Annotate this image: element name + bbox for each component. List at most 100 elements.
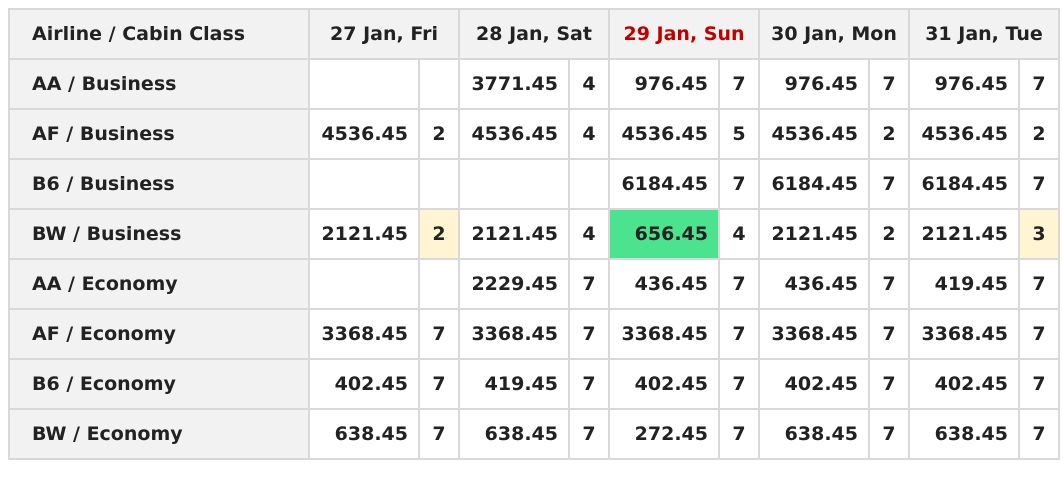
date-header[interactable]: 27 Jan, Fri [308,8,460,60]
price-cell[interactable]: 4536.45 [308,108,420,160]
seats-cell: 2 [868,208,910,260]
seats-cell: 7 [868,408,910,460]
seats-cell: 7 [868,158,910,210]
price-cell[interactable]: 402.45 [908,358,1020,410]
seats-cell: 7 [718,308,760,360]
price-cell-cheapest[interactable]: 656.45 [608,208,720,260]
seats-cell: 2 [1018,108,1060,160]
seats-cell: 7 [868,258,910,310]
price-cell [308,258,420,310]
price-cell[interactable]: 272.45 [608,408,720,460]
price-cell[interactable]: 436.45 [608,258,720,310]
seats-cell: 7 [718,58,760,110]
fare-matrix-container: Airline / Cabin Class 27 Jan, Fri 28 Jan,… [0,0,1063,460]
seats-cell-low: 3 [1018,208,1060,260]
price-cell[interactable]: 6184.45 [608,158,720,210]
seats-cell: 2 [418,108,460,160]
price-cell[interactable]: 436.45 [758,258,870,310]
seats-cell: 7 [418,308,460,360]
price-cell[interactable]: 2229.45 [458,258,570,310]
seats-cell: 7 [718,158,760,210]
table-row: B6 / Economy 402.45 7 419.45 7 402.45 7 402.45 7… [8,358,1060,410]
seats-cell [568,158,610,210]
price-cell[interactable]: 976.45 [908,58,1020,110]
seats-cell: 2 [868,108,910,160]
price-cell[interactable]: 6184.45 [758,158,870,210]
seats-cell: 7 [1018,308,1060,360]
row-label: AF / Business [8,108,310,160]
seats-cell: 7 [568,258,610,310]
seats-cell [418,258,460,310]
row-label: B6 / Economy [8,358,310,410]
seats-cell: 4 [568,108,610,160]
price-cell[interactable]: 638.45 [758,408,870,460]
price-cell[interactable]: 976.45 [608,58,720,110]
seats-cell [418,58,460,110]
price-cell[interactable]: 3368.45 [308,308,420,360]
price-cell [458,158,570,210]
seats-cell: 7 [1018,408,1060,460]
date-header[interactable]: 30 Jan, Mon [758,8,910,60]
price-cell[interactable]: 3368.45 [458,308,570,360]
price-cell[interactable]: 976.45 [758,58,870,110]
seats-cell: 7 [868,58,910,110]
price-cell [308,58,420,110]
price-cell[interactable]: 2121.45 [458,208,570,260]
price-cell[interactable]: 3368.45 [608,308,720,360]
seats-cell: 7 [568,308,610,360]
seats-cell: 5 [718,108,760,160]
price-cell[interactable]: 3771.45 [458,58,570,110]
price-cell[interactable]: 4536.45 [908,108,1020,160]
table-row: AF / Business 4536.45 2 4536.45 4 4536.45 5 453… [8,108,1060,160]
price-cell[interactable]: 402.45 [308,358,420,410]
seats-cell [418,158,460,210]
seats-cell: 7 [868,358,910,410]
seats-cell: 7 [568,358,610,410]
price-cell[interactable]: 402.45 [758,358,870,410]
table-row: AF / Economy 3368.45 7 3368.45 7 3368.45 7 3368… [8,308,1060,360]
seats-cell: 7 [1018,258,1060,310]
seats-cell: 7 [1018,58,1060,110]
seats-cell: 7 [868,308,910,360]
table-row: B6 / Business 6184.45 7 6184.45 7 6184.45 7 [8,158,1060,210]
seats-cell: 7 [568,408,610,460]
date-header[interactable]: 31 Jan, Tue [908,8,1060,60]
price-cell[interactable]: 2121.45 [908,208,1020,260]
price-cell[interactable]: 4536.45 [608,108,720,160]
price-cell[interactable]: 6184.45 [908,158,1020,210]
price-cell[interactable]: 638.45 [308,408,420,460]
price-cell[interactable]: 419.45 [908,258,1020,310]
fare-matrix-table: Airline / Cabin Class 27 Jan, Fri 28 Jan,… [8,8,1060,460]
row-label: AA / Business [8,58,310,110]
row-label: AF / Economy [8,308,310,360]
seats-cell: 7 [1018,358,1060,410]
price-cell[interactable]: 638.45 [458,408,570,460]
price-cell [308,158,420,210]
table-row: AA / Economy 2229.45 7 436.45 7 436.45 7 419.45… [8,258,1060,310]
table-row: BW / Business 2121.45 2 2121.45 4 656.45 4 2121… [8,208,1060,260]
price-cell[interactable]: 3368.45 [758,308,870,360]
seats-cell: 7 [1018,158,1060,210]
seats-cell: 4 [568,58,610,110]
price-cell[interactable]: 3368.45 [908,308,1020,360]
corner-header: Airline / Cabin Class [8,8,310,60]
date-header[interactable]: 29 Jan, Sun [608,8,760,60]
price-cell[interactable]: 4536.45 [458,108,570,160]
seats-cell: 4 [568,208,610,260]
row-label: B6 / Business [8,158,310,210]
price-cell[interactable]: 4536.45 [758,108,870,160]
price-cell[interactable]: 2121.45 [758,208,870,260]
date-header[interactable]: 28 Jan, Sat [458,8,610,60]
row-label: BW / Business [8,208,310,260]
price-cell[interactable]: 419.45 [458,358,570,410]
fare-rows: AA / Business 3771.45 4 976.45 7 976.45 7 976.4… [8,58,1060,460]
table-row: AA / Business 3771.45 4 976.45 7 976.45 7 976.4… [8,58,1060,110]
seats-cell: 7 [718,408,760,460]
price-cell[interactable]: 402.45 [608,358,720,410]
row-label: AA / Economy [8,258,310,310]
header-row: Airline / Cabin Class 27 Jan, Fri 28 Jan,… [8,8,1060,60]
price-cell[interactable]: 2121.45 [308,208,420,260]
seats-cell: 7 [718,258,760,310]
price-cell[interactable]: 638.45 [908,408,1020,460]
table-row: BW / Economy 638.45 7 638.45 7 272.45 7 638.45 7… [8,408,1060,460]
